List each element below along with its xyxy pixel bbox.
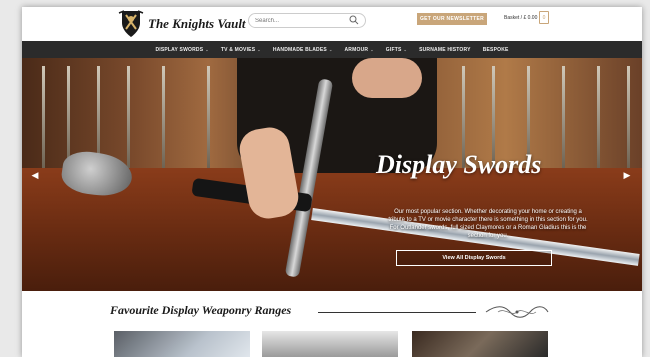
rack-sword-image (597, 66, 600, 171)
divider (318, 312, 476, 313)
chevron-left-icon[interactable]: ◀ (30, 169, 40, 181)
nav-item-display-swords[interactable]: DISPLAY SWORDS ⌄ (155, 47, 208, 53)
basket-count: 0 (542, 14, 546, 21)
search-icon[interactable] (349, 15, 359, 25)
hero-slider: Display Swords Our most popular section.… (22, 58, 642, 291)
page-frame: The Knights Vault GET OUR NEWSLETTER Bas… (22, 7, 642, 357)
basket-icon[interactable]: 0 (539, 11, 549, 24)
range-tile[interactable] (412, 331, 548, 357)
main-nav: DISPLAY SWORDS ⌄ TV & MOVIES ⌄ HANDMADE BL… (22, 41, 642, 58)
range-tile[interactable] (114, 331, 250, 357)
search-box[interactable] (248, 13, 366, 28)
nav-item-handmade-blades[interactable]: HANDMADE BLADES ⌄ (273, 47, 333, 53)
nav-item-label: DISPLAY SWORDS (155, 46, 204, 53)
chevron-down-icon: ⌄ (257, 47, 261, 52)
rack-sword-image (207, 66, 210, 171)
flourish-ornament-icon (485, 306, 549, 318)
chevron-down-icon: ⌄ (370, 47, 374, 52)
rack-sword-image (162, 66, 165, 171)
chevron-right-icon[interactable]: ▶ (622, 169, 632, 181)
nav-item-label: HANDMADE BLADES (272, 46, 327, 53)
chevron-down-icon: ⌄ (328, 47, 333, 52)
nav-item-label: GIFTS (385, 46, 402, 53)
header: The Knights Vault GET OUR NEWSLETTER Bas… (22, 7, 642, 41)
nav-item-tv-movies[interactable]: TV & MOVIES ⌄ (221, 47, 261, 53)
range-tile[interactable] (262, 331, 398, 357)
hero-hand (352, 58, 422, 98)
chevron-down-icon: ⌄ (403, 47, 408, 52)
basket-link[interactable]: Basket / £ 0.00 (504, 15, 537, 21)
chevron-down-icon: ⌄ (205, 47, 209, 52)
hero-title: Display Swords (376, 150, 542, 179)
favourite-ranges-section: Favourite Display Weaponry Ranges (22, 291, 642, 357)
nav-item-armour[interactable]: ARMOUR ⌄ (345, 47, 374, 53)
rack-sword-image (127, 66, 130, 171)
nav-item-label: TV & MOVIES (220, 46, 256, 53)
nav-item-bespoke[interactable]: BESPOKE (483, 47, 509, 53)
rack-sword-image (562, 66, 565, 171)
nav-item-gifts[interactable]: GIFTS ⌄ (386, 47, 407, 53)
shield-crest-icon (118, 10, 144, 37)
nav-item-label: SURNAME HISTORY (419, 46, 471, 53)
hero-description: Our most popular section. Whether decora… (388, 209, 588, 239)
newsletter-button[interactable]: GET OUR NEWSLETTER (417, 13, 487, 25)
logo-text: The Knights Vault (148, 16, 246, 31)
rack-sword-image (627, 66, 630, 171)
view-all-display-swords-button[interactable]: View All Display Swords (396, 250, 552, 266)
rack-sword-image (42, 66, 45, 171)
nav-item-surname-history[interactable]: SURNAME HISTORY (419, 47, 471, 53)
logo[interactable]: The Knights Vault (118, 9, 246, 39)
nav-item-label: ARMOUR (344, 46, 369, 53)
search-input[interactable] (255, 15, 345, 26)
section-title: Favourite Display Weaponry Ranges (110, 303, 292, 317)
nav-item-label: BESPOKE (482, 46, 509, 53)
